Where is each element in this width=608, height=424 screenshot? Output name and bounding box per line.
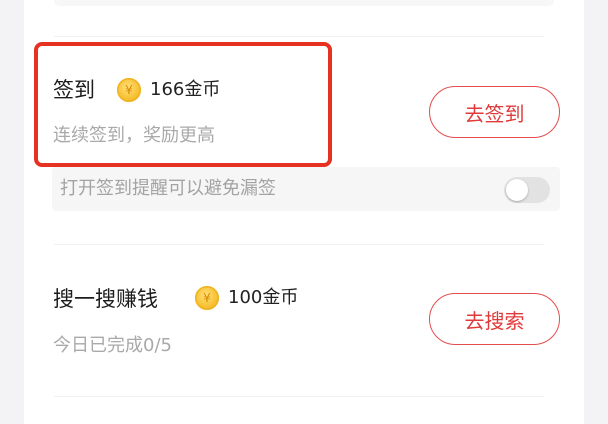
divider <box>54 244 544 245</box>
highlight-annotation-box <box>34 42 332 167</box>
checkin-reminder-bar: 打开签到提醒可以避免漏签 <box>52 167 560 211</box>
checkin-reminder-toggle[interactable] <box>504 177 550 203</box>
toggle-knob <box>506 179 528 201</box>
task-list-card: 签到 ¥ 166金币 连续签到，奖励更高 去签到 打开签到提醒可以避免漏签 搜一… <box>24 0 584 424</box>
checkin-reminder-text: 打开签到提醒可以避免漏签 <box>60 178 276 199</box>
search-task-title: 搜一搜赚钱 <box>53 287 158 311</box>
divider <box>54 36 544 37</box>
search-task-progress: 今日已完成0/5 <box>53 335 172 356</box>
go-search-button[interactable]: 去搜索 <box>429 293 560 345</box>
gold-coin-icon: ¥ <box>117 78 141 102</box>
previous-item-edge <box>54 0 554 6</box>
search-task-reward: 100金币 <box>228 287 299 308</box>
divider <box>54 396 544 397</box>
gold-coin-icon: ¥ <box>195 286 219 310</box>
checkin-title: 签到 <box>53 78 95 102</box>
go-checkin-button[interactable]: 去签到 <box>429 86 560 138</box>
checkin-subtitle: 连续签到，奖励更高 <box>53 125 215 146</box>
checkin-reward: 166金币 <box>150 79 221 100</box>
